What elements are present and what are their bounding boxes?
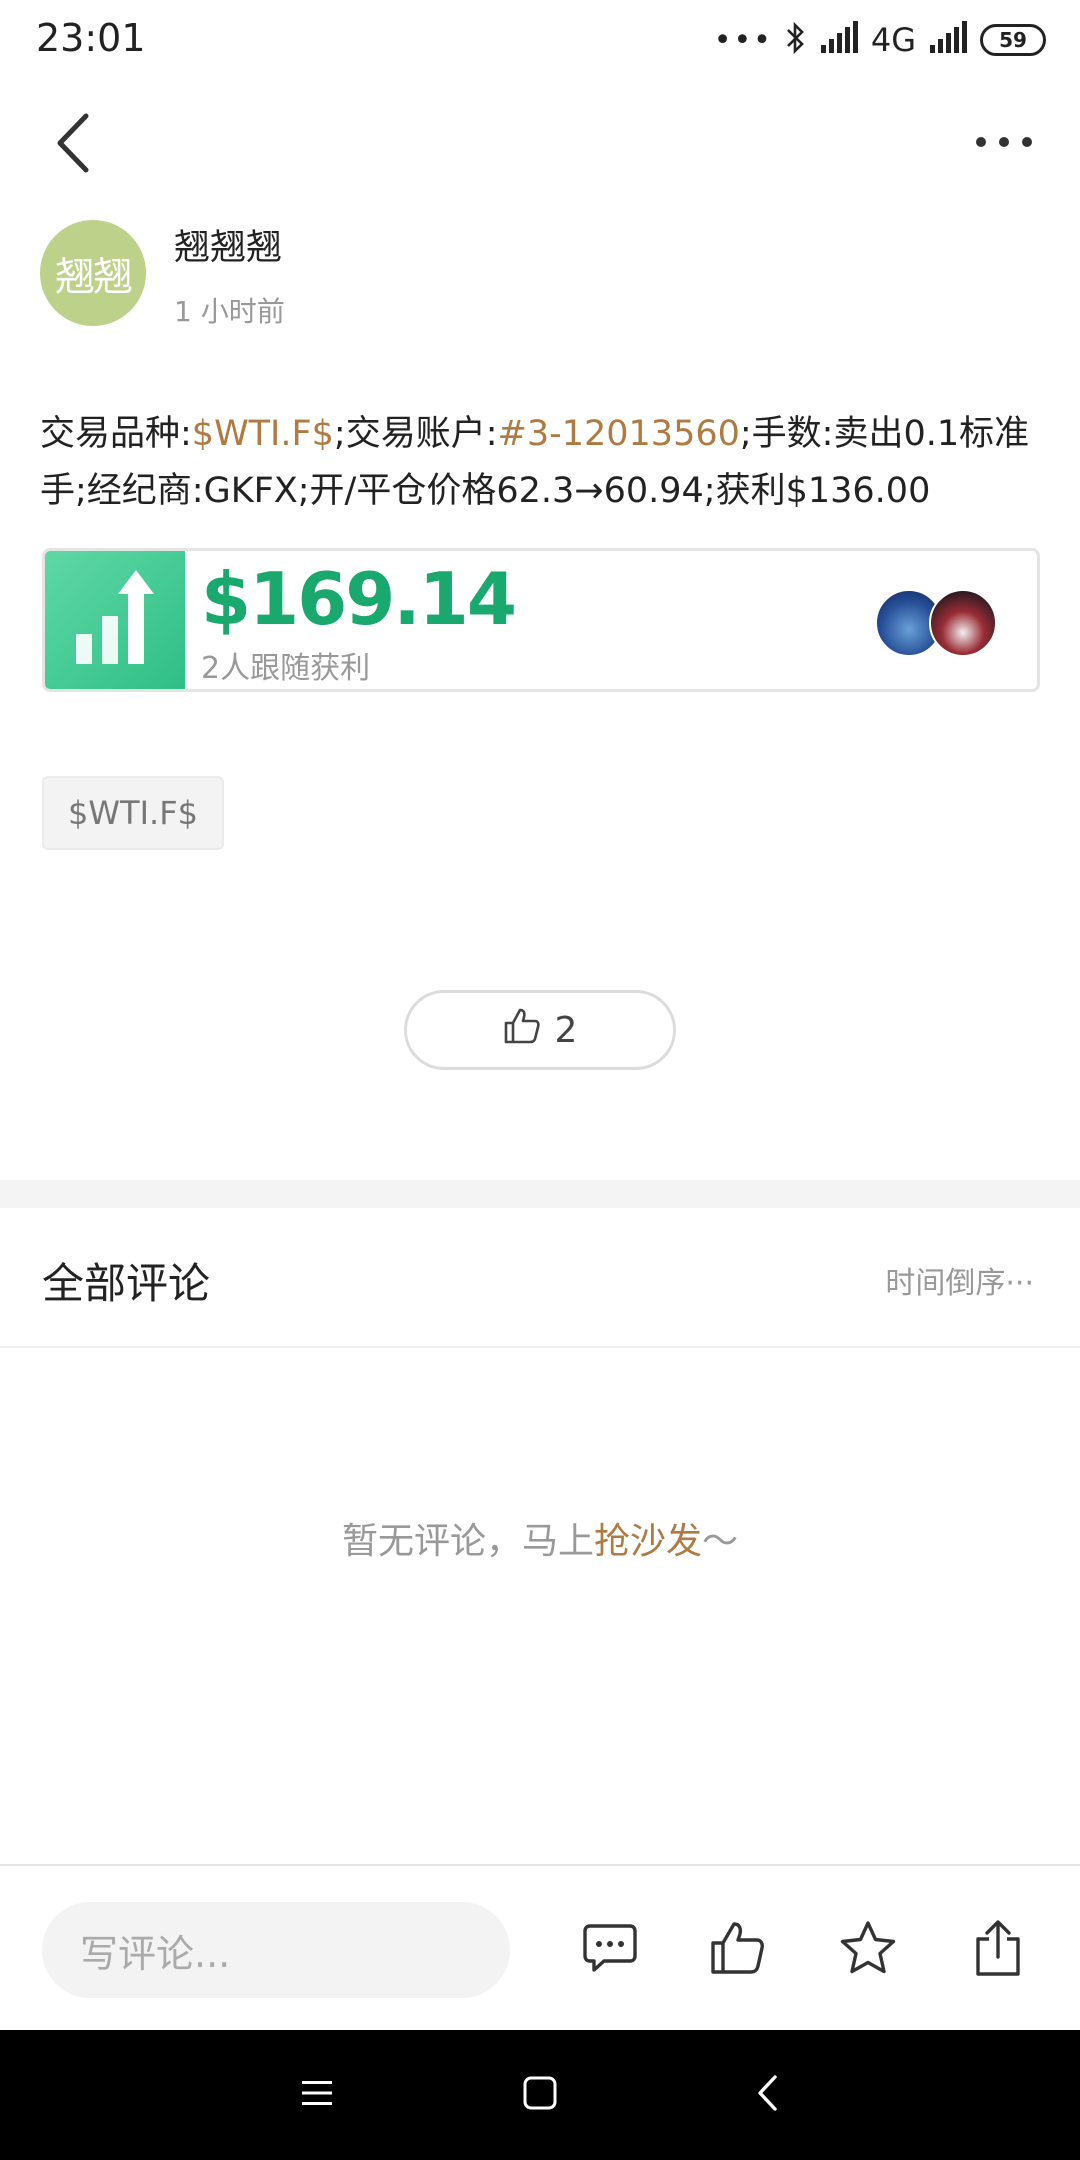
- bottom-like-button[interactable]: [700, 1912, 776, 1988]
- back-icon: [54, 112, 94, 178]
- share-icon: [973, 1919, 1023, 1981]
- star-icon: [839, 1920, 897, 1980]
- profit-amount: $169.14: [201, 557, 517, 641]
- comments-divider: [0, 1346, 1080, 1348]
- status-bar: 23:01 ••• 4G 59: [0, 0, 1080, 80]
- bottom-divider: [0, 1864, 1080, 1866]
- follower-avatars[interactable]: [875, 589, 1001, 657]
- first-comment-link[interactable]: 抢沙发: [594, 1521, 702, 1562]
- bar-chart-up-icon: [70, 570, 160, 670]
- system-nav-bar: [0, 2030, 1080, 2160]
- symbol-link[interactable]: $WTI.F$: [192, 414, 334, 454]
- sort-more-icon: ···: [1005, 1266, 1034, 1301]
- notification-dots: •••: [713, 22, 773, 58]
- recent-apps-button[interactable]: [282, 2060, 352, 2130]
- account-link[interactable]: #3-12013560: [498, 414, 740, 454]
- home-button[interactable]: [505, 2060, 575, 2130]
- profit-card[interactable]: $169.14 2人跟随获利: [42, 548, 1040, 692]
- post-text-part: 交易品种:: [40, 414, 192, 454]
- more-icon: [974, 134, 1034, 153]
- comment-input[interactable]: 写评论...: [42, 1902, 510, 1998]
- status-icons: ••• 4G 59: [714, 18, 1046, 62]
- sort-label: 时间倒序: [885, 1266, 1006, 1301]
- like-button[interactable]: 2: [404, 990, 676, 1070]
- empty-prefix: 暂无评论，马上: [341, 1521, 594, 1562]
- status-time: 23:01: [36, 16, 146, 60]
- follower-avatar: [929, 589, 997, 657]
- post-text-part: ;交易账户:: [333, 414, 498, 454]
- back-button[interactable]: [44, 110, 104, 180]
- more-button[interactable]: [964, 118, 1044, 168]
- author-name[interactable]: 翘翘翘: [174, 218, 282, 270]
- followers-text: 2人跟随获利: [201, 651, 371, 686]
- home-icon: [522, 2075, 558, 2115]
- tag-chip[interactable]: $WTI.F$: [42, 776, 224, 850]
- menu-icon: [300, 2078, 334, 2112]
- battery-icon: 59: [980, 24, 1046, 56]
- thumbs-up-icon: [503, 1007, 541, 1054]
- post-time: 1 小时前: [174, 295, 285, 328]
- like-count: 2: [554, 1009, 578, 1051]
- nav-back-icon: [756, 2074, 780, 2116]
- share-button[interactable]: [960, 1912, 1036, 1988]
- signal-icon: [819, 21, 859, 59]
- post-text: 交易品种:$WTI.F$;交易账户:#3-12013560;手数:卖出0.1标准…: [40, 406, 1050, 520]
- comments-title: 全部评论: [42, 1259, 211, 1308]
- section-divider: [0, 1180, 1080, 1208]
- empty-suffix: ～: [702, 1521, 739, 1562]
- network-type: 4G: [870, 21, 916, 59]
- avatar[interactable]: 翘翘: [40, 220, 146, 326]
- empty-comments-text: 暂无评论，马上抢沙发～: [0, 1512, 1080, 1564]
- thumbs-up-icon: [710, 1921, 766, 1979]
- comment-button[interactable]: [572, 1912, 648, 1988]
- signal-icon: [928, 21, 968, 59]
- system-back-button[interactable]: [733, 2060, 803, 2130]
- sort-button[interactable]: 时间倒序···: [885, 1258, 1034, 1302]
- comment-icon: [582, 1922, 638, 1978]
- profit-icon-box: [45, 551, 185, 689]
- bluetooth-icon: [785, 21, 807, 59]
- favorite-button[interactable]: [830, 1912, 906, 1988]
